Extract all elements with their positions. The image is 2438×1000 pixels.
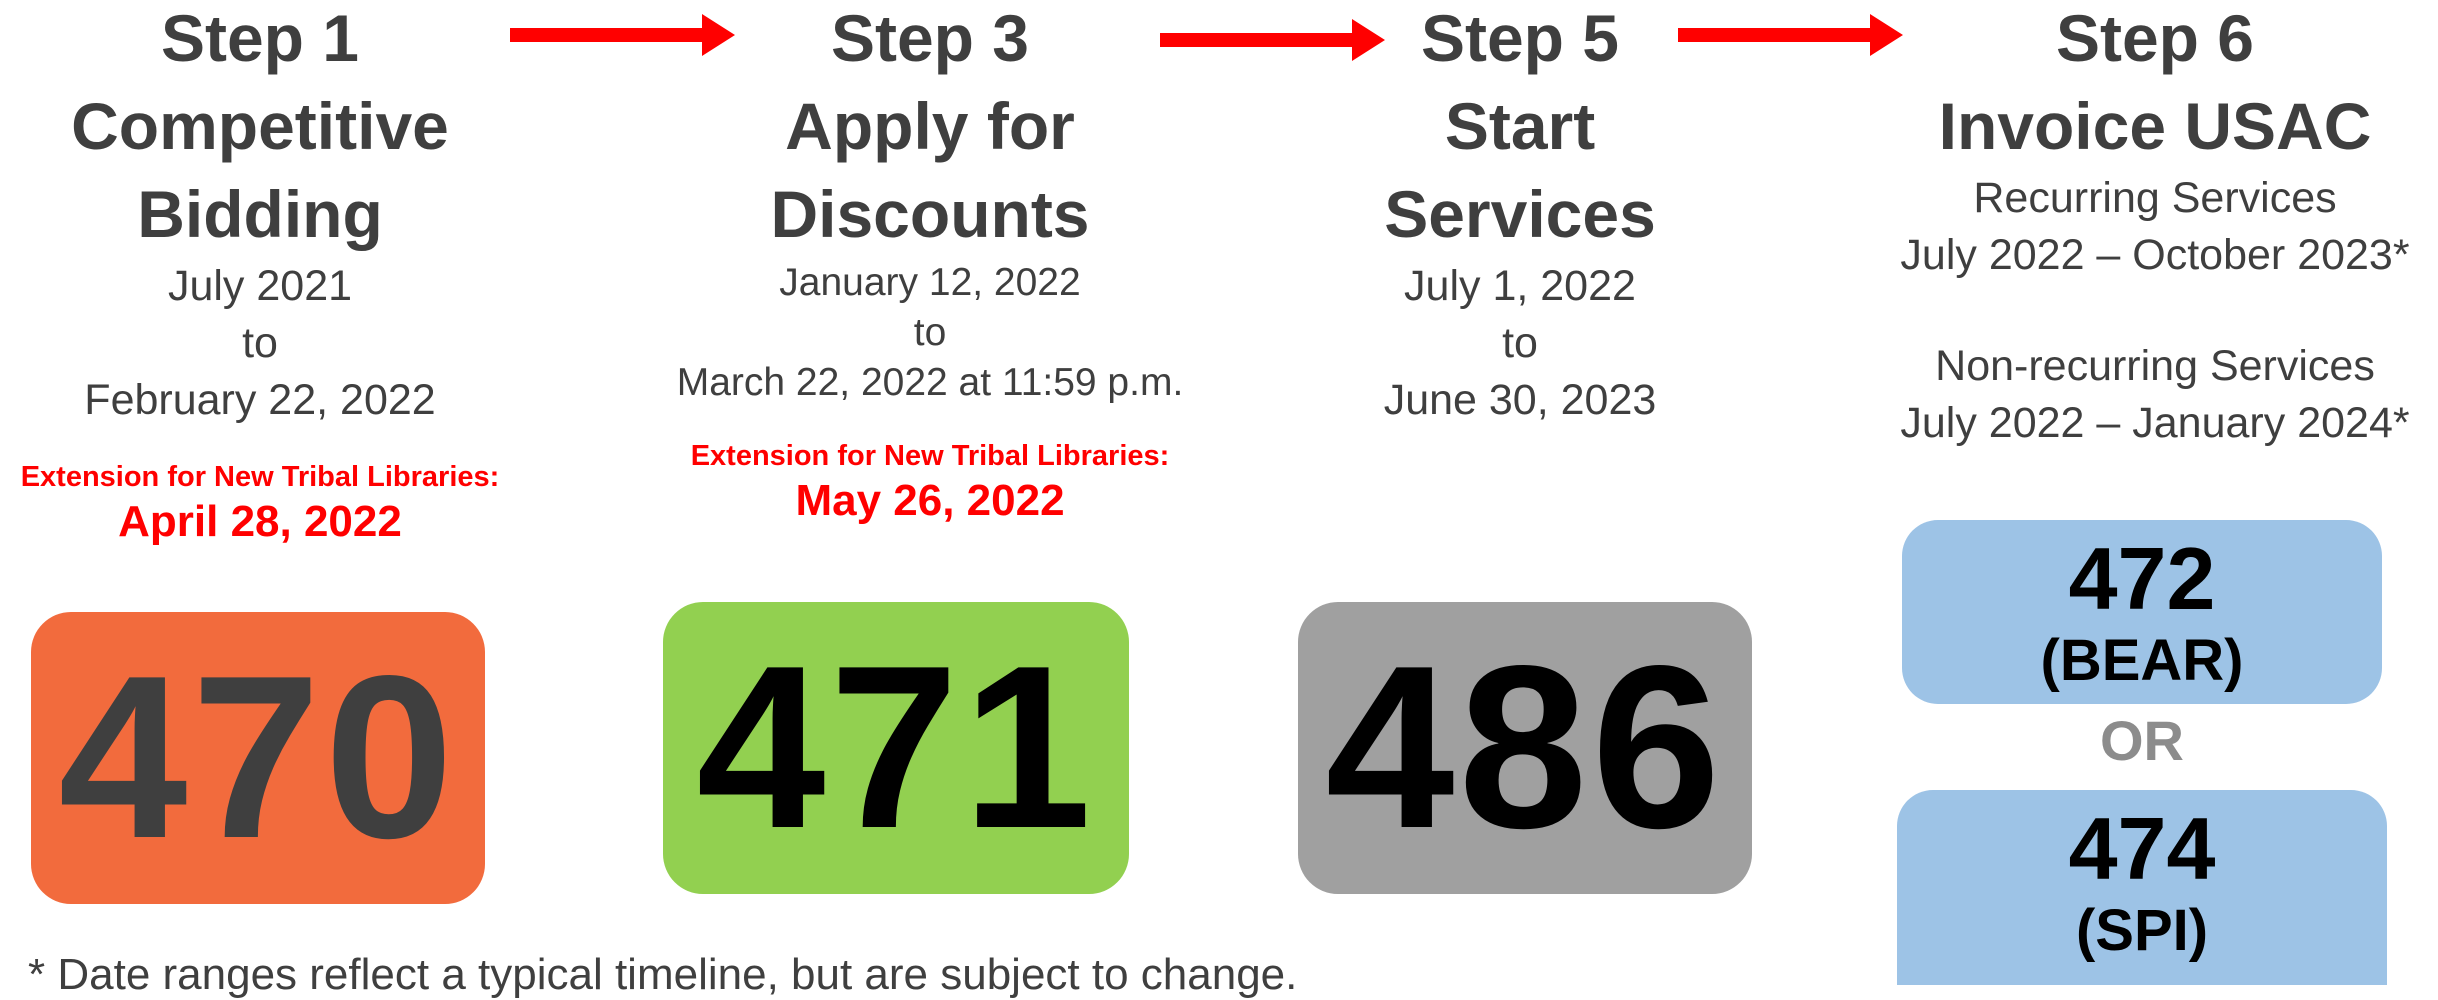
step-3-date-start: January 12, 2022 xyxy=(779,261,1081,304)
step-6-recurring-label: Recurring Services xyxy=(1973,174,2337,222)
step-5-title: Step 5 xyxy=(1420,1,1620,75)
step-1-extension-date: April 28, 2022 xyxy=(118,497,402,546)
step-3-name-line-1: Apply for xyxy=(785,89,1075,163)
step-5-date-to: to xyxy=(1502,319,1538,367)
form-474-number: 474 xyxy=(2068,799,2216,898)
step-5-name-line-1: Start xyxy=(1444,89,1596,163)
step-3-date-end: March 22, 2022 at 11:59 p.m. xyxy=(676,361,1184,404)
step-3-name-line-2: Discounts xyxy=(770,177,1090,251)
step-1-date-start: July 2021 xyxy=(167,262,353,310)
step-6-column: Step 6 Invoice USAC Recurring Services J… xyxy=(1880,0,2430,452)
form-474-box: 474 (SPI) xyxy=(1897,790,2387,985)
step-3-date-to: to xyxy=(913,311,947,354)
step-3-extension-label: Extension for New Tribal Libraries: xyxy=(690,440,1170,472)
form-470-number: 470 xyxy=(58,628,458,887)
step-5-column: Step 5 Start Services July 1, 2022 to Ju… xyxy=(1300,0,1740,429)
form-471-box: 471 xyxy=(663,602,1129,894)
step-1-column: Step 1 Competitive Bidding July 2021 to … xyxy=(0,0,520,549)
step-5-date-start: July 1, 2022 xyxy=(1404,262,1636,310)
step-6-nonrecurring-label: Non-recurring Services xyxy=(1935,342,2375,390)
form-470-box: 470 xyxy=(31,612,485,904)
form-472-number: 472 xyxy=(2068,529,2216,628)
footnote: * Date ranges reflect a typical timeline… xyxy=(28,950,1298,999)
step-6-nonrecurring-range: July 2022 – January 2024* xyxy=(1900,399,2410,447)
step-6-title: Step 6 xyxy=(2055,1,2255,75)
form-486-box: 486 xyxy=(1298,602,1752,894)
step-1-name-line-2: Bidding xyxy=(137,177,383,251)
step-1-extension-label: Extension for New Tribal Libraries: xyxy=(20,461,500,493)
form-472-name: (BEAR) xyxy=(2040,628,2244,693)
step-6-name-line-1: Invoice USAC xyxy=(1938,89,2372,163)
step-5-name-line-2: Services xyxy=(1384,177,1656,251)
step-1-date-end: February 22, 2022 xyxy=(84,376,436,424)
step-5-date-end: June 30, 2023 xyxy=(1383,376,1657,424)
step-1-title: Step 1 xyxy=(160,1,360,75)
form-474-name: (SPI) xyxy=(2075,898,2209,963)
step-1-date-to: to xyxy=(242,319,278,367)
form-471-number: 471 xyxy=(696,618,1096,877)
or-label: OR xyxy=(2100,709,2184,772)
form-472-box: 472 (BEAR) xyxy=(1902,520,2382,704)
step-3-title: Step 3 xyxy=(830,1,1030,75)
step-3-extension-date: May 26, 2022 xyxy=(795,476,1065,525)
step-3-column: Step 3 Apply for Discounts January 12, 2… xyxy=(665,0,1195,528)
step-1-name-line-1: Competitive xyxy=(71,89,449,163)
step-6-recurring-range: July 2022 – October 2023* xyxy=(1900,231,2410,279)
form-486-number: 486 xyxy=(1325,618,1725,877)
